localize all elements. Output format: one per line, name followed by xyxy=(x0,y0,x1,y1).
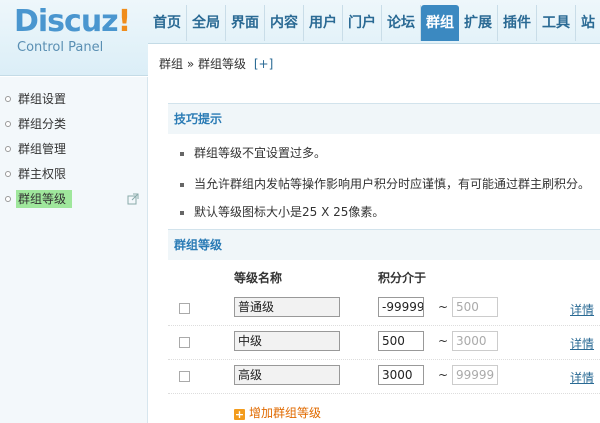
logo: Discuz! Control Panel xyxy=(0,0,148,76)
tip-item: 群组等级不宜设置过多。 xyxy=(180,144,326,161)
detail-link[interactable]: 详情 xyxy=(570,301,594,318)
sidebar-item-group-settings[interactable]: 群组设置 xyxy=(0,87,147,112)
table-row: 中级 500 ~ 3000 详情 xyxy=(168,327,600,360)
nav-item-groups[interactable]: 群组 xyxy=(421,5,459,41)
nav-item-home[interactable]: 首页 xyxy=(148,5,187,41)
sidebar-item-label: 群主权限 xyxy=(18,167,67,181)
breadcrumb-current: 群组等级 xyxy=(198,57,247,71)
bullet-icon xyxy=(180,182,184,187)
range-separator: ~ xyxy=(438,368,449,382)
nav-item-site[interactable]: 站 xyxy=(576,5,600,41)
level-name-input[interactable]: 普通级 xyxy=(234,297,340,317)
breadcrumb: 群组 » 群组等级 [+] xyxy=(159,55,273,72)
nav-item-tools[interactable]: 工具 xyxy=(537,5,576,41)
range-separator: ~ xyxy=(438,334,449,348)
nav-item-forum[interactable]: 论坛 xyxy=(382,5,421,41)
add-group-level-button[interactable]: + 增加群组等级 xyxy=(234,404,321,421)
range-separator: ~ xyxy=(438,300,449,314)
open-new-window-icon[interactable] xyxy=(127,193,139,205)
min-credits-input[interactable]: 500 xyxy=(378,331,424,351)
breadcrumb-separator: » xyxy=(186,57,195,71)
nav-item-portal[interactable]: 门户 xyxy=(343,5,382,41)
table-row: 普通级 -99999 ~ 500 详情 xyxy=(168,293,600,326)
add-group-level-label: 增加群组等级 xyxy=(249,406,322,420)
detail-link[interactable]: 详情 xyxy=(570,335,594,352)
nav-item-interface[interactable]: 界面 xyxy=(226,5,265,41)
sidebar-item-group-levels[interactable]: 群组等级 xyxy=(0,187,147,212)
level-name-input[interactable]: 中级 xyxy=(234,331,340,351)
column-header-name: 等级名称 xyxy=(234,271,283,285)
sidebar-item-group-management[interactable]: 群组管理 xyxy=(0,137,147,162)
bullet-icon xyxy=(5,146,11,152)
sidebar-item-label: 群组管理 xyxy=(18,142,67,156)
detail-link[interactable]: 详情 xyxy=(570,369,594,386)
max-credits-input: 99999 xyxy=(452,365,498,385)
add-shortcut-button[interactable]: [+] xyxy=(254,57,273,71)
top-nav: 首页 全局 界面 内容 用户 门户 论坛 群组 扩展 插件 工具 站 xyxy=(148,5,600,41)
bullet-icon xyxy=(5,196,11,202)
nav-item-plugins[interactable]: 插件 xyxy=(498,5,537,41)
sidebar-item-label: 群组分类 xyxy=(18,117,67,131)
bullet-icon xyxy=(180,210,184,215)
nav-item-global[interactable]: 全局 xyxy=(187,5,226,41)
levels-title: 群组等级 xyxy=(168,229,600,260)
breadcrumb-root[interactable]: 群组 xyxy=(159,57,183,71)
header: Discuz! Control Panel 首页 全局 界面 内容 用户 门户 … xyxy=(0,0,600,76)
tip-item: 默认等级图标大小是25 X 25像素。 xyxy=(180,203,384,220)
row-checkbox[interactable] xyxy=(179,303,190,314)
sidebar-item-label: 群组设置 xyxy=(18,92,67,106)
max-credits-input: 500 xyxy=(452,297,498,317)
bullet-icon xyxy=(180,151,184,156)
bullet-icon xyxy=(5,171,11,177)
sidebar-item-group-categories[interactable]: 群组分类 xyxy=(0,112,147,137)
nav-item-extend[interactable]: 扩展 xyxy=(459,5,498,41)
nav-item-content[interactable]: 内容 xyxy=(265,5,304,41)
bullet-icon xyxy=(5,96,11,102)
sidebar: 群组设置 群组分类 群组管理 群主权限 群组等级 xyxy=(0,77,148,423)
min-credits-input[interactable]: 3000 xyxy=(378,365,424,385)
logo-subtitle: Control Panel xyxy=(17,40,104,55)
row-checkbox[interactable] xyxy=(179,371,190,382)
nav-item-users[interactable]: 用户 xyxy=(304,5,343,41)
plus-icon: + xyxy=(234,408,245,421)
logo-brand: Discuz! xyxy=(14,4,131,39)
main-content: 技巧提示 群组等级不宜设置过多。 当允许群组内发帖等操作影响用户积分时应谨慎，有… xyxy=(160,77,600,423)
row-checkbox[interactable] xyxy=(179,337,190,348)
level-name-input[interactable]: 高级 xyxy=(234,365,340,385)
tip-item: 当允许群组内发帖等操作影响用户积分时应谨慎，有可能通过群主刷积分。 xyxy=(180,175,590,192)
sidebar-item-label: 群组等级 xyxy=(16,190,73,208)
max-credits-input: 3000 xyxy=(452,331,498,351)
sidebar-item-owner-permissions[interactable]: 群主权限 xyxy=(0,162,147,187)
breadcrumb-bar: 群组 » 群组等级 [+] xyxy=(148,43,600,76)
column-header-range: 积分介于 xyxy=(378,271,427,285)
bullet-icon xyxy=(5,121,11,127)
min-credits-input[interactable]: -99999 xyxy=(378,297,424,317)
tips-title: 技巧提示 xyxy=(168,103,600,134)
table-row: 高级 3000 ~ 99999 详情 xyxy=(168,361,600,394)
